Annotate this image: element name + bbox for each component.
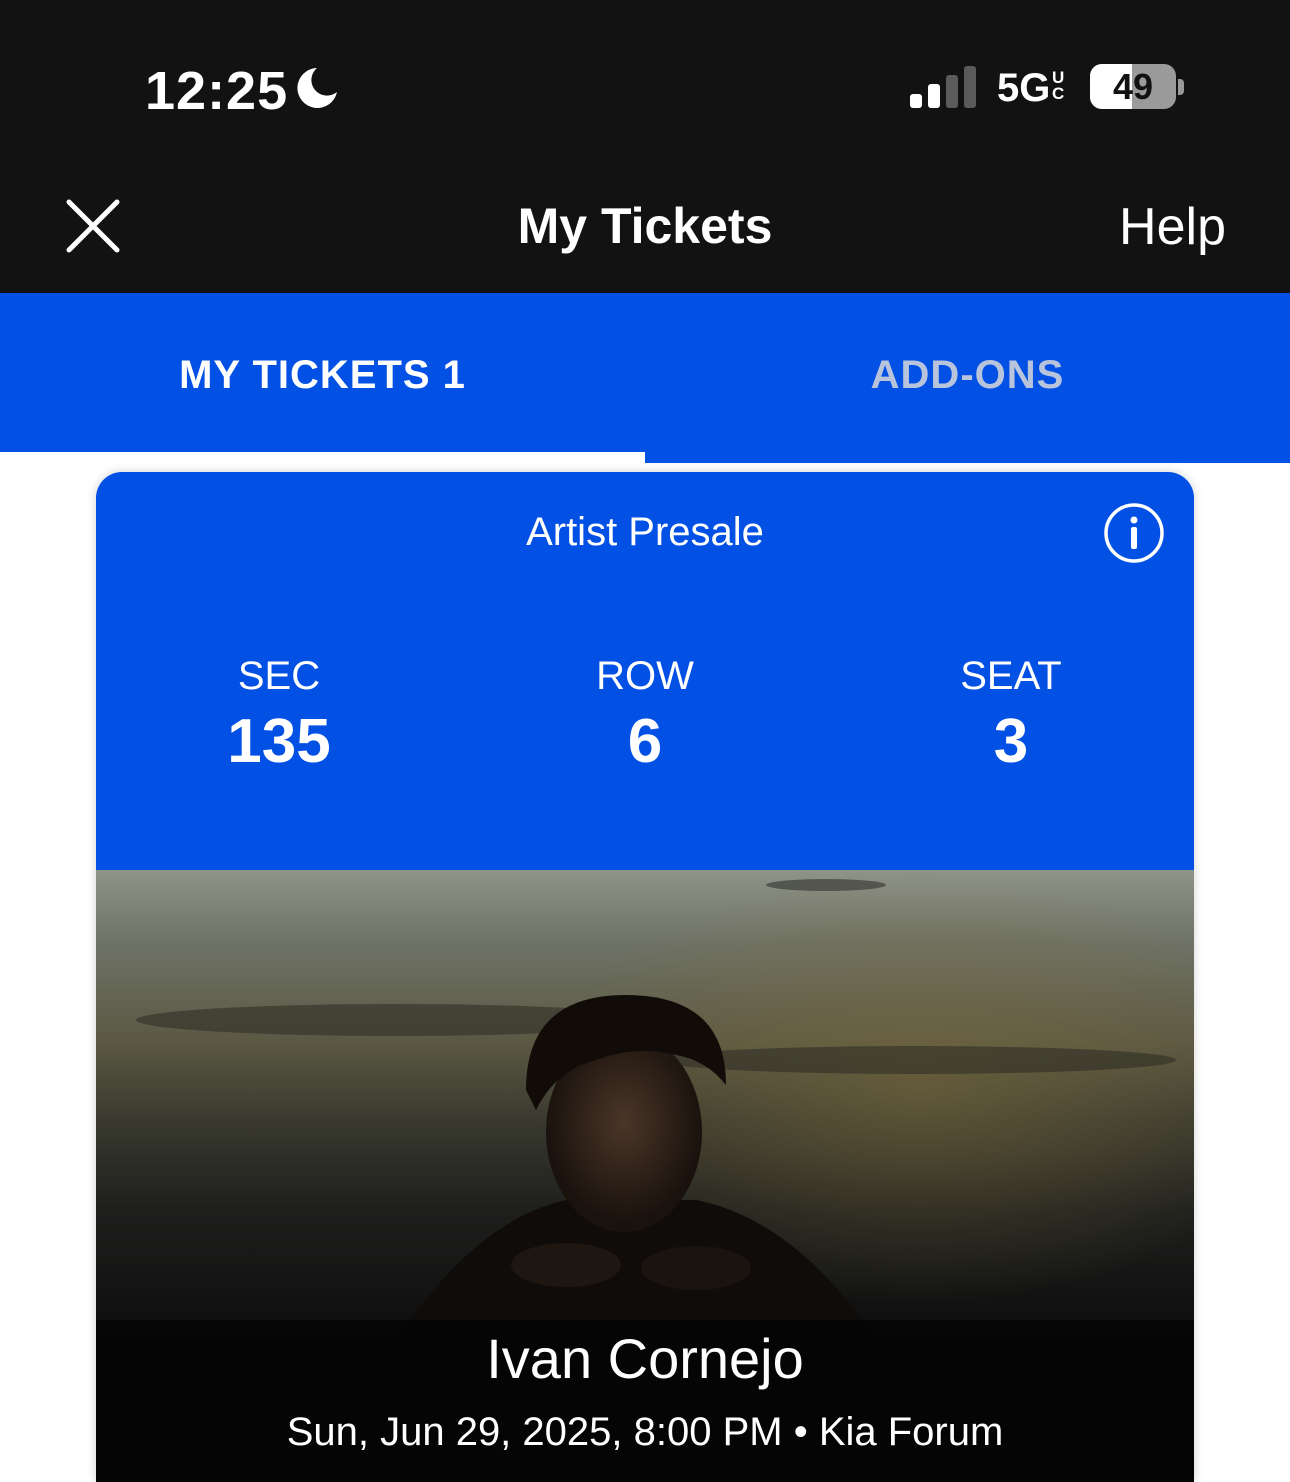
seat-label: SEAT bbox=[960, 654, 1062, 698]
seat-value: 3 bbox=[993, 707, 1029, 776]
status-bar: 12:25 5G U C 49 bbox=[0, 0, 1290, 175]
signal-icon bbox=[910, 66, 976, 108]
event-details: Sun, Jun 29, 2025, 8:00 PM • Kia Forum bbox=[286, 1410, 1004, 1454]
section-value: 135 bbox=[227, 707, 331, 776]
network-label: 5G bbox=[997, 66, 1051, 110]
ticket-card[interactable]: Artist Presale SEC 135 ROW 6 SEAT 3 Ivan… bbox=[96, 472, 1194, 1482]
active-tab-indicator bbox=[0, 452, 645, 463]
battery-icon: 49 bbox=[1090, 64, 1176, 109]
artist-name: Ivan Cornejo bbox=[486, 1327, 804, 1390]
battery-tip bbox=[1178, 79, 1184, 95]
nav-bar: My Tickets Help bbox=[0, 175, 1290, 293]
section-info: SEC 135 bbox=[96, 652, 462, 778]
row-info: ROW 6 bbox=[462, 652, 828, 778]
battery-level: 49 bbox=[1112, 66, 1154, 107]
status-time: 12:25 bbox=[145, 61, 289, 121]
moon-icon bbox=[297, 68, 337, 108]
seat-info: SEAT 3 bbox=[828, 652, 1194, 778]
tab-my-tickets[interactable]: MY TICKETS 1 bbox=[0, 353, 645, 398]
section-label: SEC bbox=[237, 654, 321, 698]
page-title: My Tickets bbox=[517, 198, 773, 254]
presale-label: Artist Presale bbox=[526, 510, 764, 554]
help-link[interactable]: Help bbox=[1119, 197, 1226, 257]
network-superscript-bottom: C bbox=[1052, 84, 1065, 103]
row-label: ROW bbox=[596, 654, 694, 698]
tab-add-ons[interactable]: ADD-ONS bbox=[645, 353, 1290, 398]
network-superscript: U C bbox=[1052, 69, 1065, 103]
tab-bar: MY TICKETS 1 ADD-ONS bbox=[0, 293, 1290, 463]
info-icon[interactable] bbox=[1103, 502, 1165, 564]
ticket-header: Artist Presale SEC 135 ROW 6 SEAT 3 bbox=[96, 472, 1194, 870]
row-value: 6 bbox=[627, 707, 663, 776]
